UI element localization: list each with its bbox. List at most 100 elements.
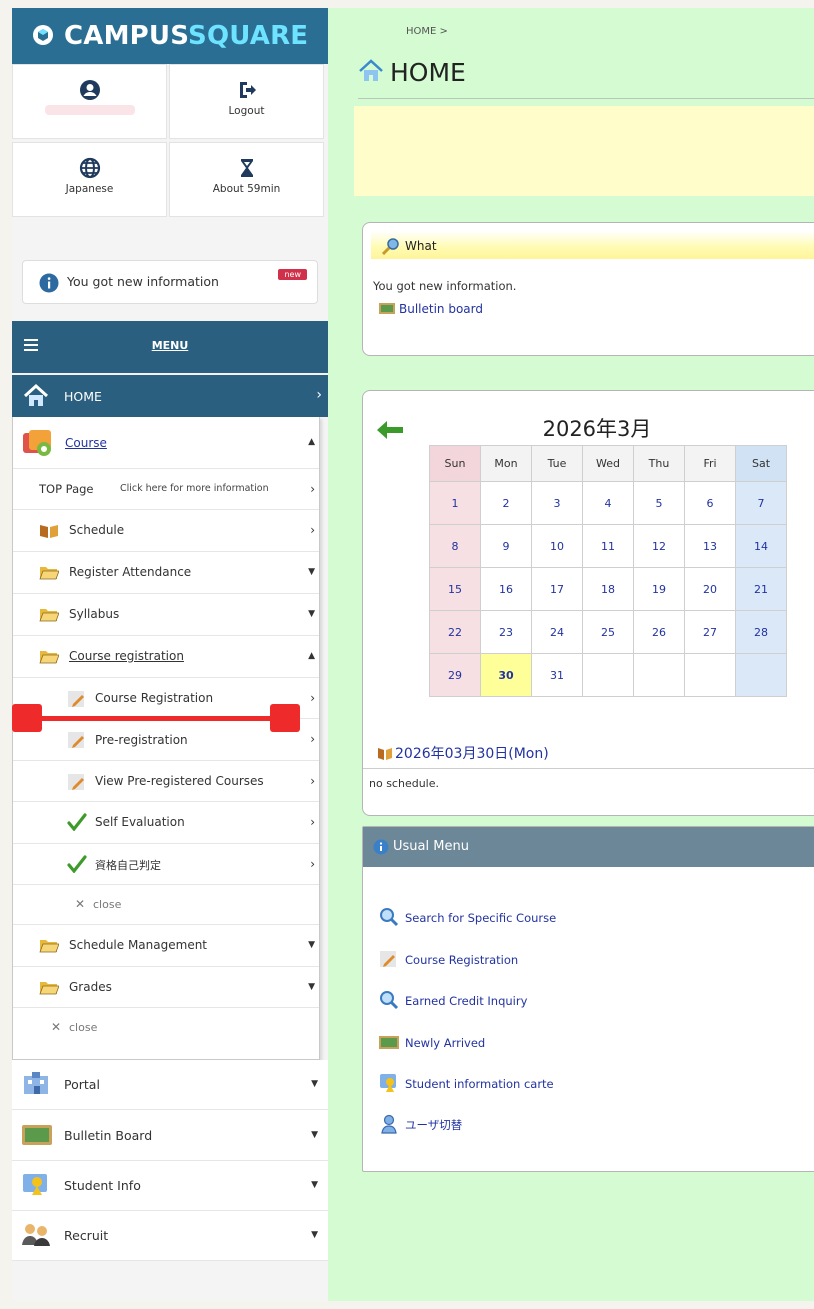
usual-item-newly-arrived[interactable]: Newly Arrived (379, 1032, 485, 1052)
calendar-day[interactable]: 5 (633, 481, 685, 525)
grades-label: Grades (69, 980, 112, 994)
sidebar-item-bulletin-board[interactable]: Bulletin Board ▼ (12, 1110, 328, 1161)
calendar-day[interactable]: 2 (480, 481, 532, 525)
calendar-empty-cell (735, 653, 787, 697)
logout-button[interactable]: Logout (169, 64, 324, 139)
calendar-week-row: 1234567 (429, 481, 787, 525)
calendar-day[interactable]: 29 (429, 653, 481, 697)
calendar-day[interactable]: 11 (582, 524, 634, 568)
annotation-red-line (28, 716, 274, 721)
recruit-people-icon (22, 1224, 50, 1246)
what-box: What You got new information. Bulletin b… (362, 222, 814, 356)
calendar-day[interactable]: 4 (582, 481, 634, 525)
breadcrumb[interactable]: HOME > (406, 26, 448, 37)
bulletin-board-link-text: Bulletin board (399, 302, 483, 316)
chevron-right-icon: › (310, 523, 315, 537)
what-message: You got new information. (373, 279, 517, 293)
sidebar-item-syllabus[interactable]: Syllabus ▼ (13, 594, 319, 636)
calendar-day[interactable]: 28 (735, 610, 787, 654)
calendar-day[interactable]: 25 (582, 610, 634, 654)
sub-close-label: close (93, 898, 122, 911)
calendar-day[interactable]: 31 (531, 653, 583, 697)
calendar-day[interactable]: 9 (480, 524, 532, 568)
usual-item-student-carte[interactable]: Student information carte (379, 1073, 554, 1093)
sidebar-item-schedule[interactable]: Schedule › (13, 510, 319, 552)
usual-item-search-course[interactable]: Search for Specific Course (379, 907, 556, 927)
course-label[interactable]: Course (65, 436, 107, 450)
calendar-day[interactable]: 12 (633, 524, 685, 568)
course-registration-group-label[interactable]: Course registration (69, 649, 184, 663)
session-label: About 59min (212, 183, 281, 195)
usual-item-label: Earned Credit Inquiry (405, 994, 528, 1008)
calendar-day[interactable]: 13 (684, 524, 736, 568)
calendar-day[interactable]: 15 (429, 567, 481, 611)
usual-item-user-switch[interactable]: ユーザ切替 (379, 1114, 462, 1134)
calendar-day[interactable]: 24 (531, 610, 583, 654)
new-info-notice[interactable]: You got new information new (22, 260, 318, 304)
sidebar-item-course[interactable]: Course ▲ (13, 417, 319, 469)
pencil-note-icon (68, 732, 84, 748)
sidebar-subitem-close[interactable]: ✕ close (13, 885, 319, 925)
language-button[interactable]: Japanese (12, 142, 167, 217)
annotation-red-handle-left (12, 704, 42, 732)
calendar-day[interactable]: 22 (429, 610, 481, 654)
top-page-label: TOP Page (39, 482, 94, 496)
brand-logo[interactable]: CAMPUSSQUARE (12, 8, 328, 64)
sidebar-item-register-attendance[interactable]: Register Attendance ▼ (13, 552, 319, 594)
chevron-right-icon: › (316, 387, 322, 403)
sidebar-item-grades[interactable]: Grades ▼ (13, 967, 319, 1008)
menu-toggle-bar[interactable]: MENU (12, 321, 328, 373)
calendar-day[interactable]: 1 (429, 481, 481, 525)
sidebar-item-top-page[interactable]: TOP Page Click here for more information… (13, 469, 319, 510)
pencil-note-icon (68, 774, 84, 790)
sidebar-subitem-self-evaluation[interactable]: Self Evaluation › (13, 802, 319, 844)
calendar-day[interactable]: 26 (633, 610, 685, 654)
profile-button[interactable] (12, 64, 167, 139)
weekday-header: Mon (480, 445, 532, 482)
calendar-day[interactable]: 16 (480, 567, 532, 611)
sidebar-item-course-close[interactable]: ✕ close (13, 1008, 319, 1048)
calendar-day[interactable]: 19 (633, 567, 685, 611)
calendar-day[interactable]: 23 (480, 610, 532, 654)
calendar-day[interactable]: 21 (735, 567, 787, 611)
folder-open-icon (39, 651, 59, 664)
usual-item-course-registration[interactable]: Course Registration (379, 949, 518, 969)
schedule-note: no schedule. (369, 777, 439, 790)
user-grid: Logout Japanese About 59min (12, 64, 328, 220)
calendar-day[interactable]: 20 (684, 567, 736, 611)
calendar-day[interactable]: 6 (684, 481, 736, 525)
calendar-day[interactable]: 18 (582, 567, 634, 611)
new-badge: new (278, 269, 307, 280)
folder-icon (39, 609, 59, 622)
magnifier-icon (380, 908, 399, 927)
sidebar-item-recruit[interactable]: Recruit ▼ (12, 1211, 328, 1261)
sidebar-item-course-registration[interactable]: Course registration ▲ (13, 636, 319, 678)
caret-down-icon: ▼ (311, 1079, 318, 1089)
course-icon (23, 430, 51, 456)
sidebar-item-schedule-management[interactable]: Schedule Management ▼ (13, 925, 319, 967)
sidebar-item-portal[interactable]: Portal ▼ (12, 1060, 328, 1110)
sidebar-item-home[interactable]: HOME › (12, 375, 328, 417)
caret-up-icon: ▲ (308, 651, 315, 661)
calendar-day[interactable]: 14 (735, 524, 787, 568)
selected-date[interactable]: 2026年03月30日(Mon) (377, 743, 549, 763)
sidebar-subitem-view-pre-registered[interactable]: View Pre-registered Courses › (13, 761, 319, 802)
calendar-day[interactable]: 7 (735, 481, 787, 525)
close-x-icon: ✕ (75, 897, 86, 911)
calendar-day[interactable]: 27 (684, 610, 736, 654)
calendar-day[interactable]: 17 (531, 567, 583, 611)
calendar-day[interactable]: 10 (531, 524, 583, 568)
hourglass-icon (240, 159, 253, 177)
bulletin-board-label: Bulletin Board (64, 1128, 153, 1143)
bulletin-board-link[interactable]: Bulletin board (379, 302, 483, 316)
usual-item-label: ユーザ切替 (405, 1118, 463, 1132)
menu-label[interactable]: MENU (12, 339, 328, 352)
calendar-day[interactable]: 30 (480, 653, 532, 697)
calendar-day[interactable]: 8 (429, 524, 481, 568)
usual-item-earned-credit[interactable]: Earned Credit Inquiry (379, 990, 527, 1010)
student-info-icon (23, 1174, 47, 1195)
sidebar-subitem-qualification[interactable]: 資格自己判定 › (13, 844, 319, 885)
top-page-hint: Click here for more information (120, 483, 269, 494)
calendar-day[interactable]: 3 (531, 481, 583, 525)
sidebar-item-student-info[interactable]: Student Info ▼ (12, 1161, 328, 1211)
